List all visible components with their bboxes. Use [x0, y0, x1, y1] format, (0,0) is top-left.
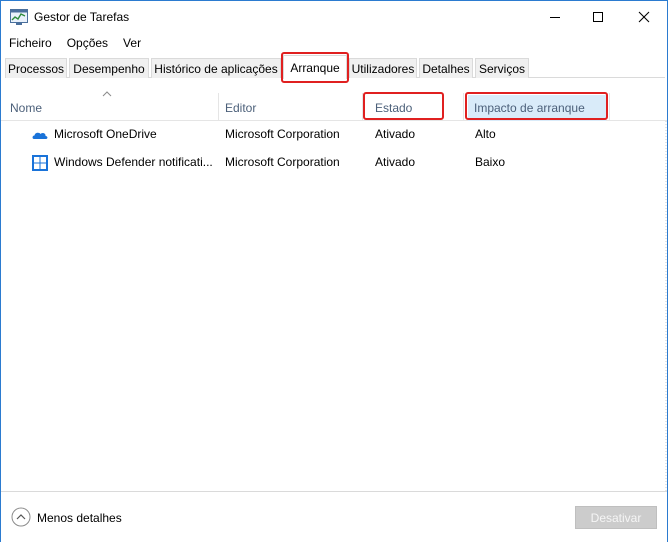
row-impact: Baixo — [475, 155, 506, 169]
minimize-icon — [550, 17, 560, 18]
row-status: Ativado — [375, 155, 416, 169]
startup-list: Microsoft OneDrive Microsoft Corporation… — [1, 121, 667, 177]
footer-bar: Menos detalhes Desativar — [1, 491, 667, 542]
disable-button[interactable]: Desativar — [575, 506, 657, 529]
column-header-publisher[interactable]: Editor — [225, 91, 355, 121]
minimize-button[interactable] — [532, 1, 578, 33]
close-icon — [638, 11, 650, 23]
row-name: Windows Defender notificati... — [54, 155, 213, 169]
tab-app-history[interactable]: Histórico de aplicações — [151, 58, 281, 78]
row-publisher: Microsoft Corporation — [225, 127, 340, 141]
table-row[interactable]: Microsoft OneDrive Microsoft Corporation… — [1, 121, 667, 149]
task-manager-window: Gestor de Tarefas Ficheiro Opções Ver Pr… — [0, 0, 668, 542]
column-divider[interactable] — [218, 93, 219, 121]
task-manager-icon — [10, 9, 28, 25]
vertical-scrollbar[interactable] — [653, 121, 667, 491]
maximize-button[interactable] — [575, 1, 621, 33]
fewer-details-link[interactable]: Menos detalhes — [37, 511, 122, 525]
column-header-name[interactable]: Nome — [10, 91, 215, 121]
row-impact: Alto — [475, 127, 496, 141]
table-row[interactable]: Windows Defender notificati... Microsoft… — [1, 149, 667, 177]
column-header-startup-impact[interactable]: Impacto de arranque — [468, 95, 606, 121]
menu-file[interactable]: Ficheiro — [1, 34, 59, 54]
tab-strip: Processos Desempenho Histórico de aplica… — [5, 55, 665, 79]
row-status: Ativado — [375, 127, 416, 141]
title-bar[interactable]: Gestor de Tarefas — [1, 1, 667, 33]
tab-startup[interactable]: Arranque — [283, 55, 347, 79]
column-header-row: Nome Editor Estado Impacto de arranque — [1, 91, 667, 121]
window-title: Gestor de Tarefas — [34, 10, 130, 24]
menu-view[interactable]: Ver — [115, 34, 148, 54]
column-divider[interactable] — [362, 93, 363, 121]
close-button[interactable] — [621, 1, 667, 33]
column-divider[interactable] — [609, 93, 610, 121]
onedrive-icon — [32, 132, 48, 139]
windows-defender-icon — [32, 155, 48, 171]
column-header-status[interactable]: Estado — [375, 91, 455, 121]
column-divider[interactable] — [463, 93, 464, 121]
tab-services[interactable]: Serviços — [475, 58, 529, 78]
tab-performance[interactable]: Desempenho — [69, 58, 149, 78]
tab-details[interactable]: Detalhes — [419, 58, 473, 78]
row-name: Microsoft OneDrive — [54, 127, 157, 141]
chevron-up-circle-icon[interactable] — [11, 507, 31, 527]
menu-options[interactable]: Opções — [59, 34, 115, 54]
tab-processes[interactable]: Processos — [5, 58, 67, 78]
maximize-icon — [593, 12, 603, 22]
tab-users[interactable]: Utilizadores — [349, 58, 417, 78]
menu-bar: Ficheiro Opções Ver — [1, 34, 148, 54]
row-publisher: Microsoft Corporation — [225, 155, 340, 169]
